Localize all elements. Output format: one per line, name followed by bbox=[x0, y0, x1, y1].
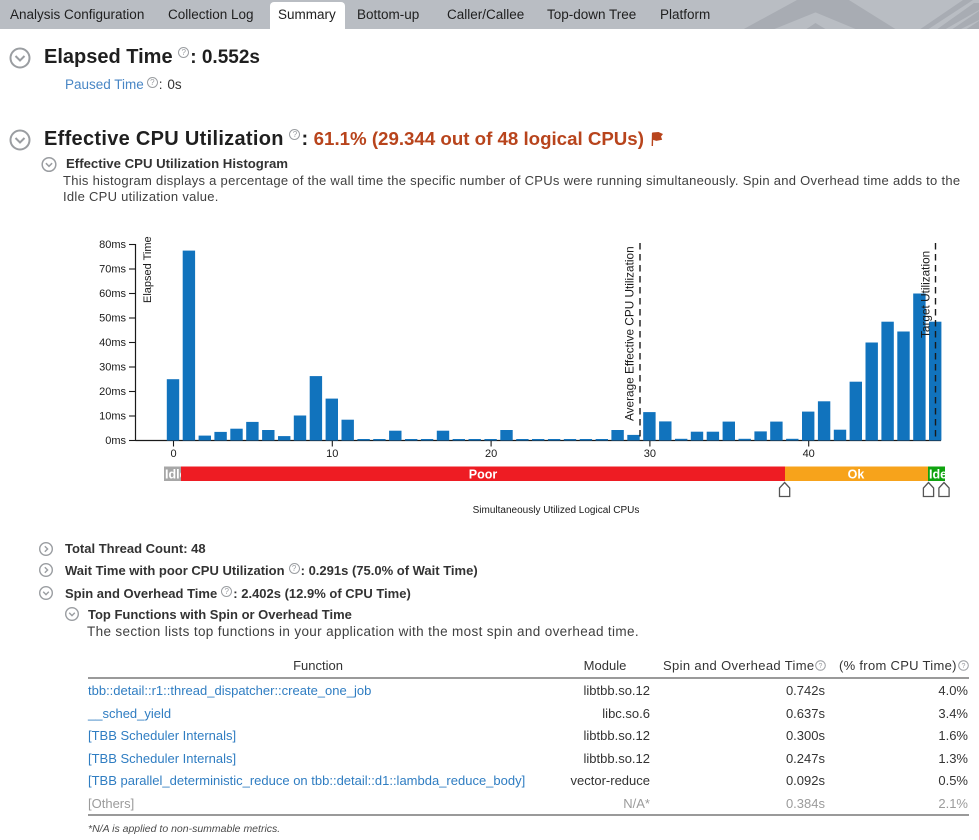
svg-text:0: 0 bbox=[170, 448, 176, 460]
svg-text:10ms: 10ms bbox=[99, 411, 126, 423]
svg-text:50ms: 50ms bbox=[99, 313, 126, 325]
svg-text:Simultaneously Utilized Logica: Simultaneously Utilized Logical CPUs bbox=[473, 505, 640, 516]
svg-text:Average Effective CPU Utilizat: Average Effective CPU Utilization bbox=[623, 246, 637, 421]
svg-text:?: ? bbox=[962, 663, 966, 670]
svg-text:60ms: 60ms bbox=[99, 288, 126, 300]
svg-text:Poor: Poor bbox=[469, 468, 498, 482]
svg-text:?: ? bbox=[819, 663, 823, 670]
svg-text:80ms: 80ms bbox=[99, 239, 126, 251]
svg-text:Target Utilization: Target Utilization bbox=[919, 251, 933, 338]
svg-text:40ms: 40ms bbox=[99, 337, 126, 349]
svg-text:0ms: 0ms bbox=[105, 435, 126, 447]
svg-text:70ms: 70ms bbox=[99, 264, 126, 276]
svg-text:Ideal: Ideal bbox=[929, 468, 958, 482]
svg-text:30ms: 30ms bbox=[99, 362, 126, 374]
svg-text:40: 40 bbox=[803, 448, 815, 460]
svg-text:10: 10 bbox=[326, 448, 338, 460]
svg-text:20ms: 20ms bbox=[99, 386, 126, 398]
svg-text:Elapsed Time: Elapsed Time bbox=[142, 236, 154, 303]
svg-text:30: 30 bbox=[644, 448, 656, 460]
svg-text:Ok: Ok bbox=[848, 468, 865, 482]
svg-text:20: 20 bbox=[485, 448, 497, 460]
